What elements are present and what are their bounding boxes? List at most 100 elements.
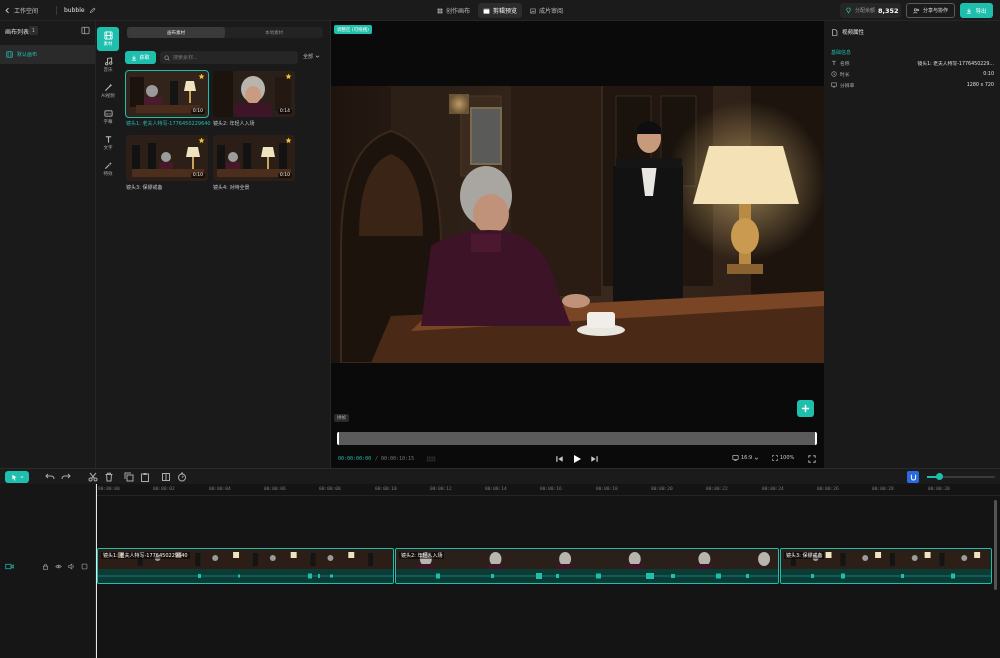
add-to-timeline-button[interactable] [797, 400, 814, 417]
rail-item-text[interactable]: 文字 [97, 131, 119, 155]
chevron-down-icon [315, 55, 320, 58]
get-assets-button[interactable]: 获取 [125, 51, 156, 64]
rail-item-assets[interactable]: 素材 [97, 27, 119, 51]
fullscreen-icon[interactable] [808, 455, 816, 463]
asset-filter-dropdown[interactable]: 全部 [303, 53, 320, 60]
select-tool-button[interactable] [5, 471, 29, 483]
video-track-controls [0, 548, 96, 584]
undo-icon[interactable] [45, 472, 55, 482]
tick-label: 00:00:04 [209, 487, 231, 492]
rail-item-effects[interactable]: 特效 [97, 157, 119, 181]
tab-final-review[interactable]: 成片审阅 [525, 3, 568, 18]
film-icon [103, 31, 113, 40]
music-note-icon [104, 57, 112, 66]
split-scissors-icon[interactable] [88, 472, 98, 482]
time-ruler[interactable]: 00:00:00 00:00:02 00:00:04 00:00:06 00:0… [96, 484, 1000, 496]
preview-zoom-control[interactable]: 100% [772, 455, 794, 461]
skip-back-icon[interactable] [555, 455, 564, 463]
paste-icon[interactable] [140, 472, 150, 482]
project-name[interactable]: bubble [64, 4, 96, 17]
tick-label: 00:00:22 [706, 487, 728, 492]
canvas-item-default[interactable]: 默认画布 [0, 45, 95, 64]
timeline-clip-3[interactable]: 镜头3: 保镖戒备 [780, 548, 992, 584]
tick-label: 00:00:18 [596, 487, 618, 492]
pencil-icon[interactable] [89, 7, 96, 14]
asset-thumb-2[interactable]: 0:14 [213, 71, 295, 117]
timeline-clip-2[interactable]: 镜头2: 年轻人入场 [395, 548, 779, 584]
share-collaborate-button[interactable]: 分享与协作 [906, 3, 955, 18]
properties-title: 视频属性 [831, 28, 864, 36]
monitor-icon [831, 82, 837, 88]
tab-edit-preview[interactable]: 剪辑预览 [478, 3, 523, 18]
current-timecode: 00:00:00:00 [338, 456, 372, 462]
magnet-snap-button[interactable] [907, 471, 919, 483]
copy-icon[interactable] [124, 472, 134, 482]
track-settings-icon[interactable] [81, 563, 88, 570]
chevron-left-icon [5, 7, 9, 14]
tick-label: 00:00:00 [98, 487, 120, 492]
plus-icon [801, 404, 810, 413]
collapse-panel-icon[interactable] [81, 26, 90, 35]
trash-icon[interactable] [104, 472, 114, 482]
star-icon[interactable] [198, 137, 205, 144]
asset-caption-2: 镜头2: 年轻人入场 [213, 121, 255, 127]
tab-create-canvas[interactable]: 创作画布 [432, 3, 475, 18]
rail-item-ai-video[interactable]: AI视频 [97, 79, 119, 103]
eye-icon[interactable] [55, 563, 62, 570]
track-headers [0, 484, 96, 658]
tick-label: 00:00:14 [485, 487, 507, 492]
play-icon[interactable] [572, 454, 582, 464]
audio-waveform [781, 569, 991, 583]
asset-search-input[interactable] [173, 54, 293, 61]
image-icon [530, 8, 536, 13]
timeline-zoom-knob[interactable] [936, 473, 943, 480]
tab-local-assets[interactable]: 本地素材 [225, 27, 323, 38]
assets-panel: 画布素材 本地素材 获取 全部 0:10 镜头1: 老夫人特写-17764502… [120, 21, 331, 468]
back-to-workspace-button[interactable]: 工作空间 [4, 4, 38, 17]
assets-source-tabs: 画布素材 本地素材 [127, 27, 323, 38]
magic-wand-icon [104, 83, 112, 92]
back-label: 工作空间 [14, 8, 39, 15]
asset-thumb-3[interactable]: 0:10 [126, 135, 208, 181]
lock-icon[interactable] [42, 563, 49, 570]
tab-canvas-assets[interactable]: 画布素材 [127, 27, 225, 38]
preview-note-badge: 拼帧 [334, 414, 349, 422]
speed-timer-icon[interactable] [177, 472, 187, 482]
search-icon [164, 54, 170, 61]
video-frame[interactable] [331, 86, 824, 363]
video-frame-image [331, 86, 824, 363]
star-icon[interactable] [198, 73, 205, 80]
mode-switcher: 创作画布 剪辑预览 成片审阅 [432, 3, 568, 18]
asset-thumb-4[interactable]: 0:10 [213, 135, 295, 181]
clapperboard-icon [483, 8, 490, 14]
timeline-playhead[interactable] [96, 484, 97, 658]
export-button[interactable]: 导出 [960, 3, 993, 18]
star-icon[interactable] [285, 73, 292, 80]
asset-caption-3: 镜头3: 保镖戒备 [126, 185, 163, 191]
redo-icon[interactable] [61, 472, 71, 482]
waveform-toggle-icon[interactable] [426, 455, 437, 463]
clip-filmstrip [396, 549, 778, 570]
tool-rail: 素材 音乐 AI视频 字幕 文字 特效 [96, 21, 120, 468]
rail-item-music[interactable]: 音乐 [97, 53, 119, 77]
timeline-scrollbar[interactable] [994, 500, 997, 590]
basic-info-section: 基础信息 [831, 50, 852, 56]
text-icon [105, 136, 111, 143]
magnet-icon [910, 474, 916, 480]
tick-label: 00:00:10 [375, 487, 397, 492]
adjust-area-tag[interactable]: 调整区 (可拖拽) [334, 25, 372, 34]
crop-icon[interactable] [161, 472, 171, 482]
timeline-area[interactable]: 00:00:00 00:00:02 00:00:04 00:00:06 00:0… [96, 484, 1000, 658]
preview-scrubber[interactable] [337, 432, 817, 445]
rail-item-subtitles[interactable]: 字幕 [97, 105, 119, 129]
audio-waveform [396, 569, 778, 583]
aspect-ratio-dropdown[interactable]: 16:9 [732, 455, 759, 461]
tick-label: 00:00:16 [540, 487, 562, 492]
subtitle-icon [103, 110, 113, 117]
star-icon[interactable] [285, 137, 292, 144]
download-icon [132, 55, 137, 60]
asset-thumb-1[interactable]: 0:10 [125, 70, 209, 118]
skip-forward-icon[interactable] [590, 455, 599, 463]
volume-icon[interactable] [68, 562, 75, 570]
timeline-clip-1[interactable]: 镜头1: 老夫人特写-1776450229640 [97, 548, 394, 584]
